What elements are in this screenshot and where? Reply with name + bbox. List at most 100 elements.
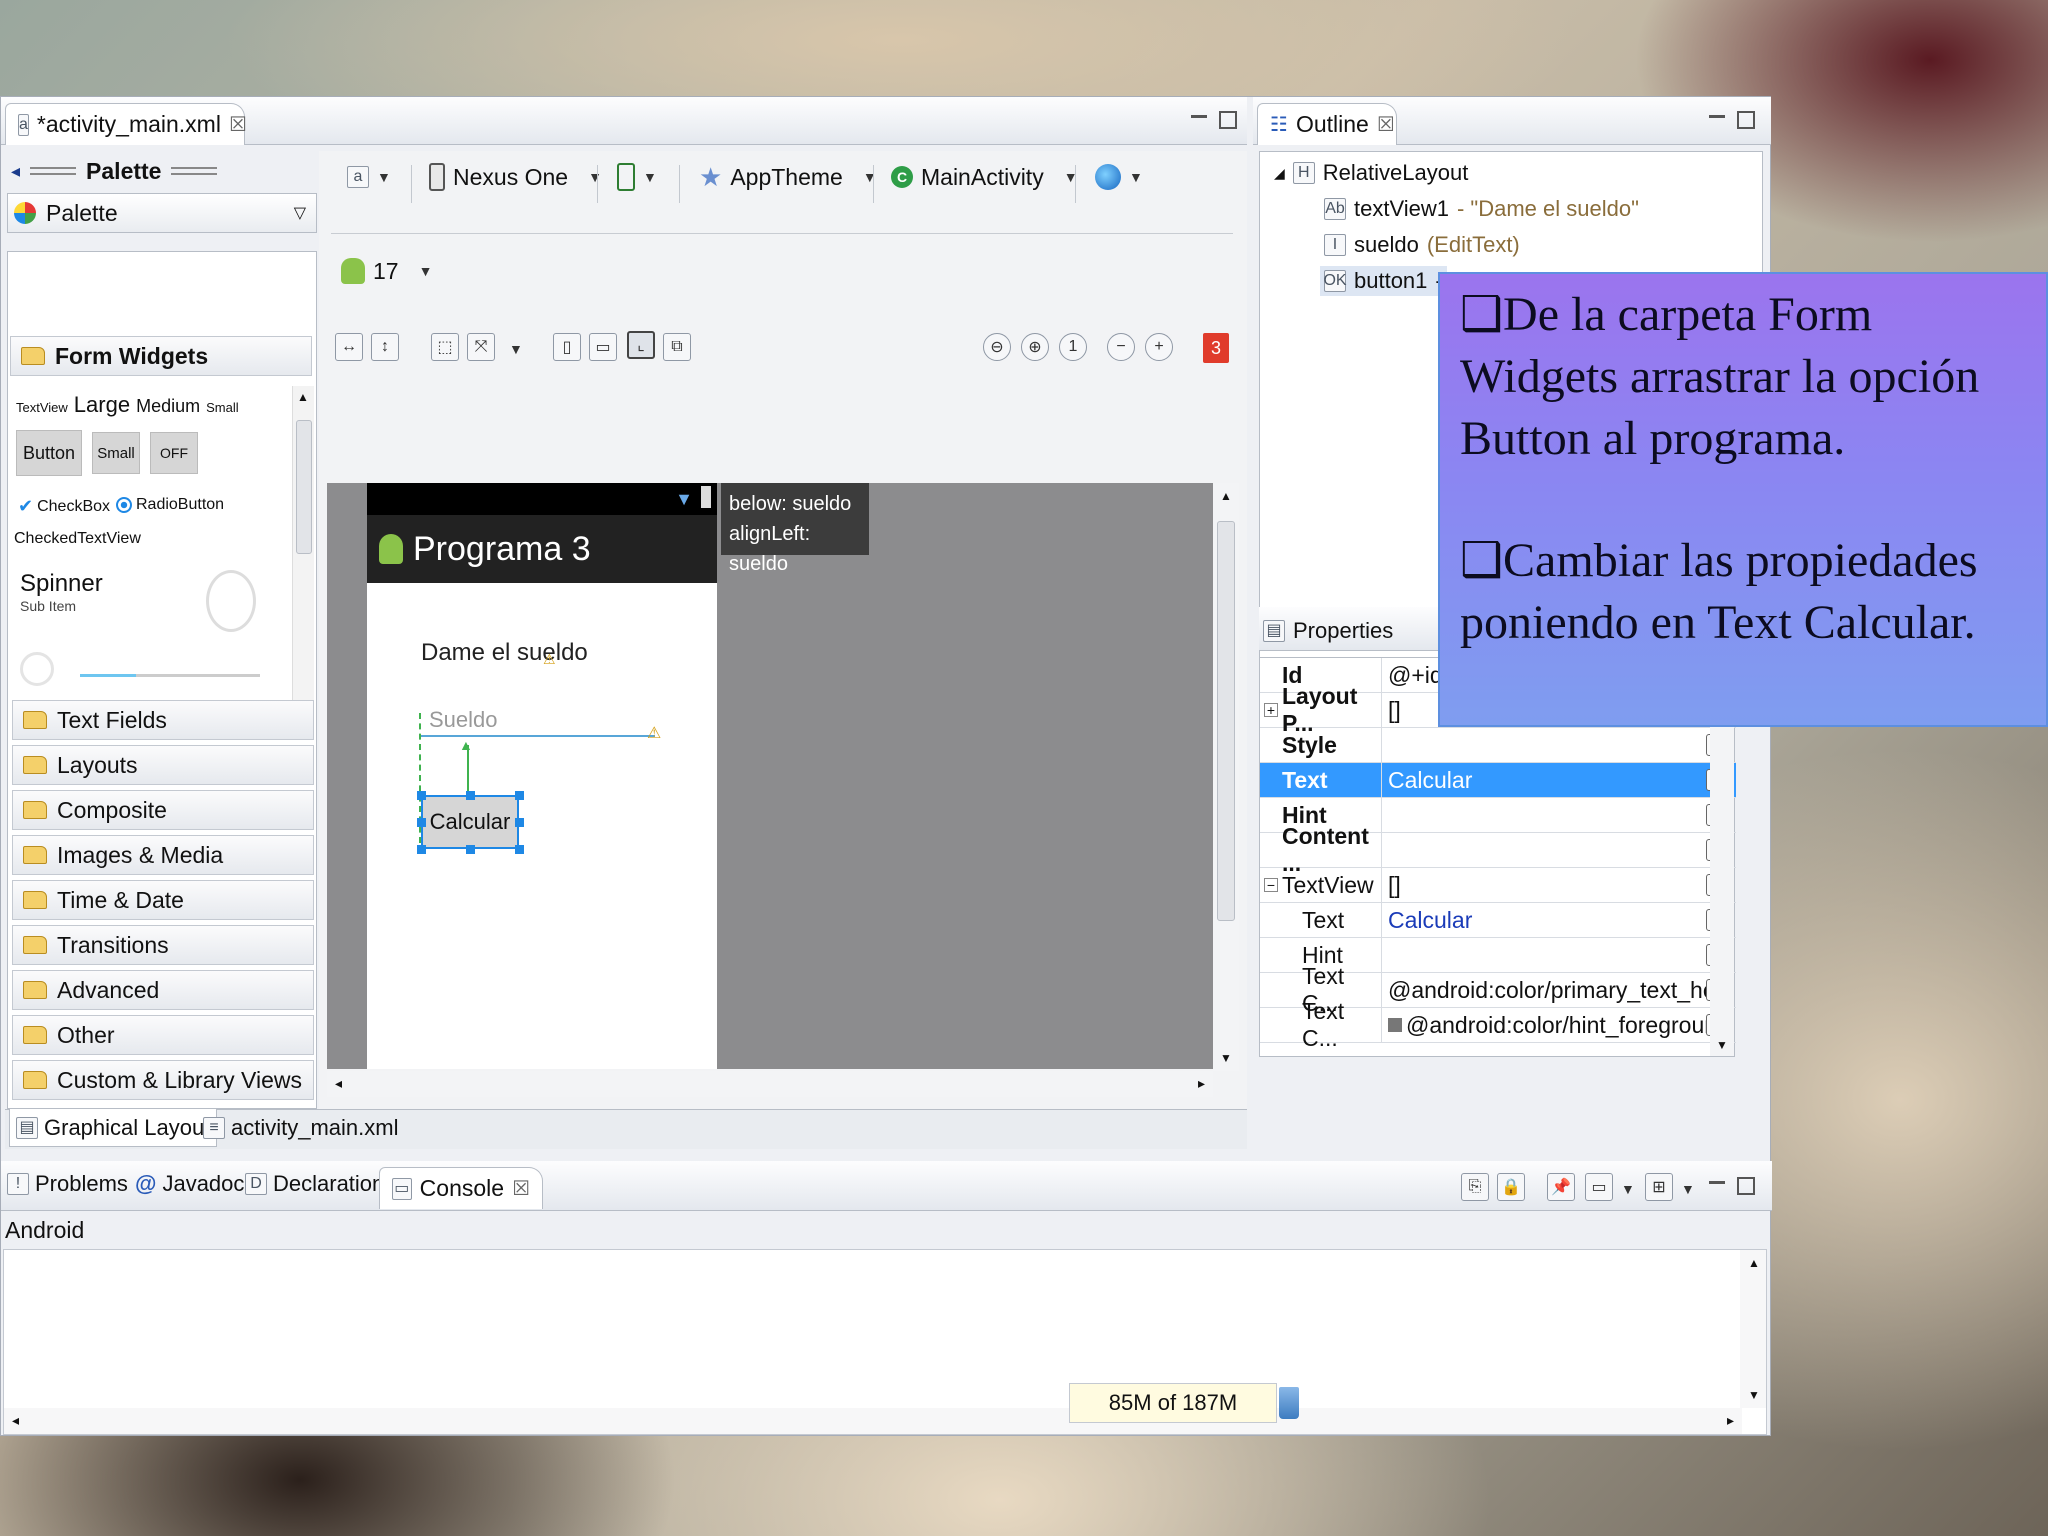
close-icon[interactable]: ☒ (512, 1176, 530, 1201)
checkbox-sample[interactable]: ✔ CheckBox (18, 496, 110, 517)
tab-graphical-layout[interactable]: ▤ Graphical Layout (9, 1109, 218, 1147)
textview-samples[interactable]: TextView Large Medium Small (16, 392, 239, 418)
folder-other[interactable]: Other (12, 1015, 314, 1055)
expand-toggle-icon[interactable]: − (1264, 878, 1278, 892)
maximize-icon[interactable] (1737, 1177, 1755, 1195)
console-hscrollbar[interactable]: ◂ ▸ (4, 1408, 1742, 1434)
folder-text-fields[interactable]: Text Fields (12, 700, 314, 740)
folder-time-date[interactable]: Time & Date (12, 880, 314, 920)
tab-problems[interactable]: ! Problems (7, 1171, 128, 1197)
close-icon[interactable]: ☒ (1377, 112, 1395, 137)
chevron-down-icon[interactable]: ▼ (1681, 1181, 1695, 1197)
scroll-left-icon[interactable]: ◂ (335, 1075, 342, 1092)
zoom-out-icon[interactable]: − (1107, 333, 1135, 361)
property-row[interactable]: TextCalcular••• (1260, 763, 1736, 798)
property-value[interactable]: [] (1382, 868, 1706, 902)
radiobutton-sample[interactable]: RadioButton (116, 496, 224, 514)
selection-handle[interactable] (466, 845, 475, 854)
maximize-icon[interactable] (1219, 111, 1237, 129)
memory-indicator[interactable]: 85M of 187M (1069, 1383, 1277, 1423)
zoom-100-icon[interactable]: 1 (1059, 333, 1087, 361)
preview-button[interactable]: Calcular (421, 795, 519, 849)
property-value[interactable] (1382, 938, 1706, 972)
tree-node-textview1[interactable]: Ab textView1 - "Dame el sueldo" (1324, 196, 1639, 222)
selection-handle[interactable] (515, 818, 524, 827)
canvas-vscrollbar[interactable]: ▲ ▼ (1213, 483, 1239, 1071)
property-value[interactable] (1382, 833, 1706, 867)
device-preview[interactable]: ▼ Programa 3 Dame el sueldo ⚠ Sueldo ⚠ ▲… (367, 483, 717, 1069)
small-button-sample[interactable]: Small (92, 432, 140, 474)
chevron-down-icon[interactable]: ▼ (509, 341, 523, 357)
zoom-fit-icon[interactable]: ⊖ (983, 333, 1011, 361)
tab-outline[interactable]: ☷ Outline ☒ (1257, 103, 1397, 145)
layout-canvas[interactable]: ▼ Programa 3 Dame el sueldo ⚠ Sueldo ⚠ ▲… (327, 483, 1222, 1069)
fill-width-icon[interactable]: ↔ (335, 333, 363, 361)
align-vertical-icon[interactable]: ▭ (589, 333, 617, 361)
folder-images-media[interactable]: Images & Media (12, 835, 314, 875)
tree-node-sueldo[interactable]: I sueldo (EditText) (1324, 232, 1520, 258)
expand-toggle-icon[interactable]: + (1264, 703, 1278, 717)
spinner-sample[interactable]: Spinner Sub Item (20, 570, 103, 614)
device-dropdown[interactable]: Nexus One ▼ (429, 155, 602, 199)
close-icon[interactable]: ☒ (229, 112, 247, 137)
scroll-up-icon[interactable]: ▲ (1220, 489, 1232, 503)
console-vscrollbar[interactable]: ▲ ▼ (1740, 1250, 1766, 1408)
error-count-badge[interactable]: 3 (1203, 333, 1229, 363)
folder-custom-library[interactable]: Custom & Library Views (12, 1060, 314, 1100)
toggle-sample[interactable]: OFF (150, 432, 198, 474)
tab-javadoc[interactable]: @ Javadoc (135, 1171, 244, 1197)
tree-node-relativelayout[interactable]: ◢ H RelativeLayout (1274, 160, 1468, 186)
theme-dropdown[interactable]: ★ AppTheme ▼ (699, 155, 877, 199)
scroll-right-icon[interactable]: ▸ (1727, 1412, 1734, 1429)
folder-layouts[interactable]: Layouts (12, 745, 314, 785)
tab-console[interactable]: ▭ Console ☒ (379, 1167, 543, 1209)
fill-height-icon[interactable]: ↕ (371, 333, 399, 361)
property-value[interactable] (1382, 728, 1706, 762)
gravity-icon[interactable]: ⤧ (467, 333, 495, 361)
selection-handle[interactable] (417, 791, 426, 800)
config-chooser[interactable]: a ▼ (347, 155, 391, 199)
folder-transitions[interactable]: Transitions (12, 925, 314, 965)
console-output[interactable]: ▲ ▼ ◂ ▸ (3, 1249, 1767, 1435)
preview-edittext[interactable]: Sueldo (421, 707, 655, 737)
minimize-icon[interactable] (1191, 115, 1207, 118)
progress-small-icon[interactable] (20, 652, 54, 686)
tab-xml-source[interactable]: ≡ activity_main.xml (197, 1109, 404, 1147)
scroll-down-icon[interactable]: ▼ (1748, 1388, 1760, 1402)
pin-console-icon[interactable]: 📌 (1547, 1173, 1575, 1201)
property-row[interactable]: Text C... @android:color/hint_foreground.… (1260, 998, 1736, 1051)
property-row[interactable]: Style••• (1260, 728, 1736, 763)
scroll-left-icon[interactable]: ◂ (12, 1412, 19, 1429)
minimize-icon[interactable] (1709, 115, 1725, 118)
palette-dropdown[interactable]: Palette ▽ (7, 193, 317, 233)
seekbar-sample[interactable] (80, 674, 260, 677)
scroll-down-icon[interactable]: ▼ (1220, 1051, 1232, 1065)
zoom-in-icon[interactable]: + (1145, 333, 1173, 361)
preview-textview[interactable]: Dame el sueldo (421, 639, 588, 667)
folder-advanced[interactable]: Advanced (12, 970, 314, 1010)
api-level-dropdown[interactable]: 17 ▼ (341, 249, 432, 293)
garbage-collect-icon[interactable] (1279, 1387, 1299, 1419)
tree-node-button1[interactable]: OK button1 - (1320, 266, 1447, 296)
locale-dropdown[interactable]: ▼ (1095, 155, 1143, 199)
property-row[interactable]: −TextView[]••• (1260, 868, 1736, 903)
display-console-icon[interactable]: ▭ (1585, 1173, 1613, 1201)
selection-handle[interactable] (515, 791, 524, 800)
scroll-up-icon[interactable]: ▲ (297, 390, 309, 404)
property-value[interactable]: Calcular (1382, 763, 1706, 797)
scroll-lock-icon[interactable]: 🔒 (1497, 1173, 1525, 1201)
margins-icon[interactable]: ⬚ (431, 333, 459, 361)
chevron-down-icon[interactable]: ▼ (1621, 1181, 1635, 1197)
layout-pin-icon[interactable]: ⌞ (627, 331, 655, 359)
palette-scrollbar[interactable]: ▲ ▼ (292, 386, 314, 714)
collapse-left-icon[interactable]: ◂ (11, 161, 20, 182)
tab-declaration[interactable]: D Declaration (245, 1171, 384, 1197)
maximize-icon[interactable] (1737, 111, 1755, 129)
selection-handle[interactable] (417, 845, 426, 854)
drag-handle-icon[interactable] (30, 167, 77, 175)
expand-arrow-icon[interactable]: ◢ (1274, 165, 1285, 182)
tab-properties[interactable]: ▤ Properties (1263, 613, 1393, 649)
clear-console-icon[interactable]: ⎘ (1461, 1173, 1489, 1201)
scroll-up-icon[interactable]: ▲ (1748, 1256, 1760, 1270)
folder-composite[interactable]: Composite (12, 790, 314, 830)
